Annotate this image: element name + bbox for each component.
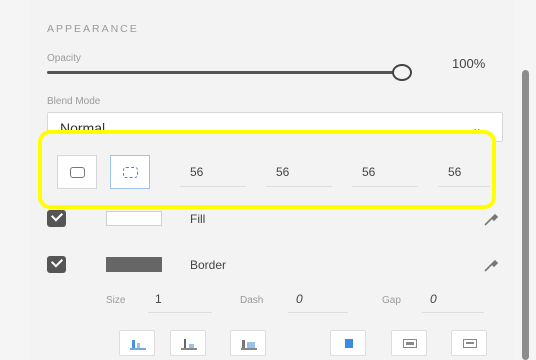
align-bottom-center-icon	[181, 338, 197, 350]
border-outside-button[interactable]	[451, 330, 487, 356]
rounded-rect-icon	[70, 167, 85, 178]
align-bottom-left-icon	[130, 338, 146, 350]
fill-eyedropper-icon[interactable]	[482, 210, 502, 230]
section-title: APPEARANCE	[47, 23, 139, 35]
corner-radius-top-right-value: 56	[276, 165, 290, 179]
opacity-slider-track[interactable]	[47, 71, 397, 74]
border-gap-underline	[422, 312, 484, 313]
border-inside-icon	[341, 338, 357, 349]
align-bottom-center-button[interactable]	[170, 330, 206, 356]
border-gap-label: Gap	[382, 295, 401, 306]
border-eyedropper-icon[interactable]	[482, 256, 502, 276]
corner-radius-top-right[interactable]: 56	[266, 159, 332, 187]
border-size-label: Size	[106, 295, 126, 306]
border-dash-input[interactable]: 0	[296, 292, 303, 306]
appearance-panel: APPEARANCE Opacity 100% Blend Mode Norma…	[0, 0, 536, 360]
fill-checkbox[interactable]	[47, 210, 66, 227]
align-bottom-right-icon	[241, 338, 257, 350]
opacity-label: Opacity	[47, 53, 81, 64]
border-center-button[interactable]	[391, 330, 427, 356]
uniform-corners-button[interactable]	[57, 155, 97, 189]
corner-radius-bottom-left-value: 56	[448, 165, 462, 179]
opacity-slider-thumb[interactable]	[392, 64, 412, 81]
border-gap-input[interactable]: 0	[430, 292, 437, 306]
align-bottom-left-button[interactable]	[119, 330, 155, 356]
fill-label: Fill	[190, 212, 206, 226]
border-outside-icon	[462, 338, 478, 349]
corner-radius-top-left[interactable]: 56	[180, 159, 246, 187]
border-checkbox[interactable]	[47, 256, 66, 273]
corner-radius-highlight: 56 56 56 56	[38, 130, 496, 209]
border-label: Border	[190, 258, 227, 272]
corner-radius-bottom-left[interactable]: 56	[438, 159, 490, 187]
fill-color-swatch[interactable]	[106, 211, 162, 226]
corner-radius-top-left-value: 56	[190, 165, 204, 179]
border-center-icon	[402, 338, 418, 349]
border-color-swatch[interactable]	[106, 257, 162, 272]
border-inside-button[interactable]	[330, 330, 366, 356]
corner-radius-bottom-right[interactable]: 56	[352, 159, 418, 187]
border-size-underline	[148, 312, 212, 313]
align-bottom-right-button[interactable]	[230, 330, 266, 356]
corners-dashed-icon	[123, 167, 138, 178]
scrollbar-thumb[interactable]	[522, 70, 529, 360]
corner-radius-bottom-right-value: 56	[362, 165, 376, 179]
individual-corners-button[interactable]	[110, 155, 150, 189]
border-dash-underline	[288, 312, 348, 313]
border-size-input[interactable]: 1	[155, 292, 162, 306]
opacity-value[interactable]: 100%	[452, 56, 485, 71]
blend-mode-label: Blend Mode	[47, 96, 101, 107]
border-dash-label: Dash	[240, 295, 264, 306]
